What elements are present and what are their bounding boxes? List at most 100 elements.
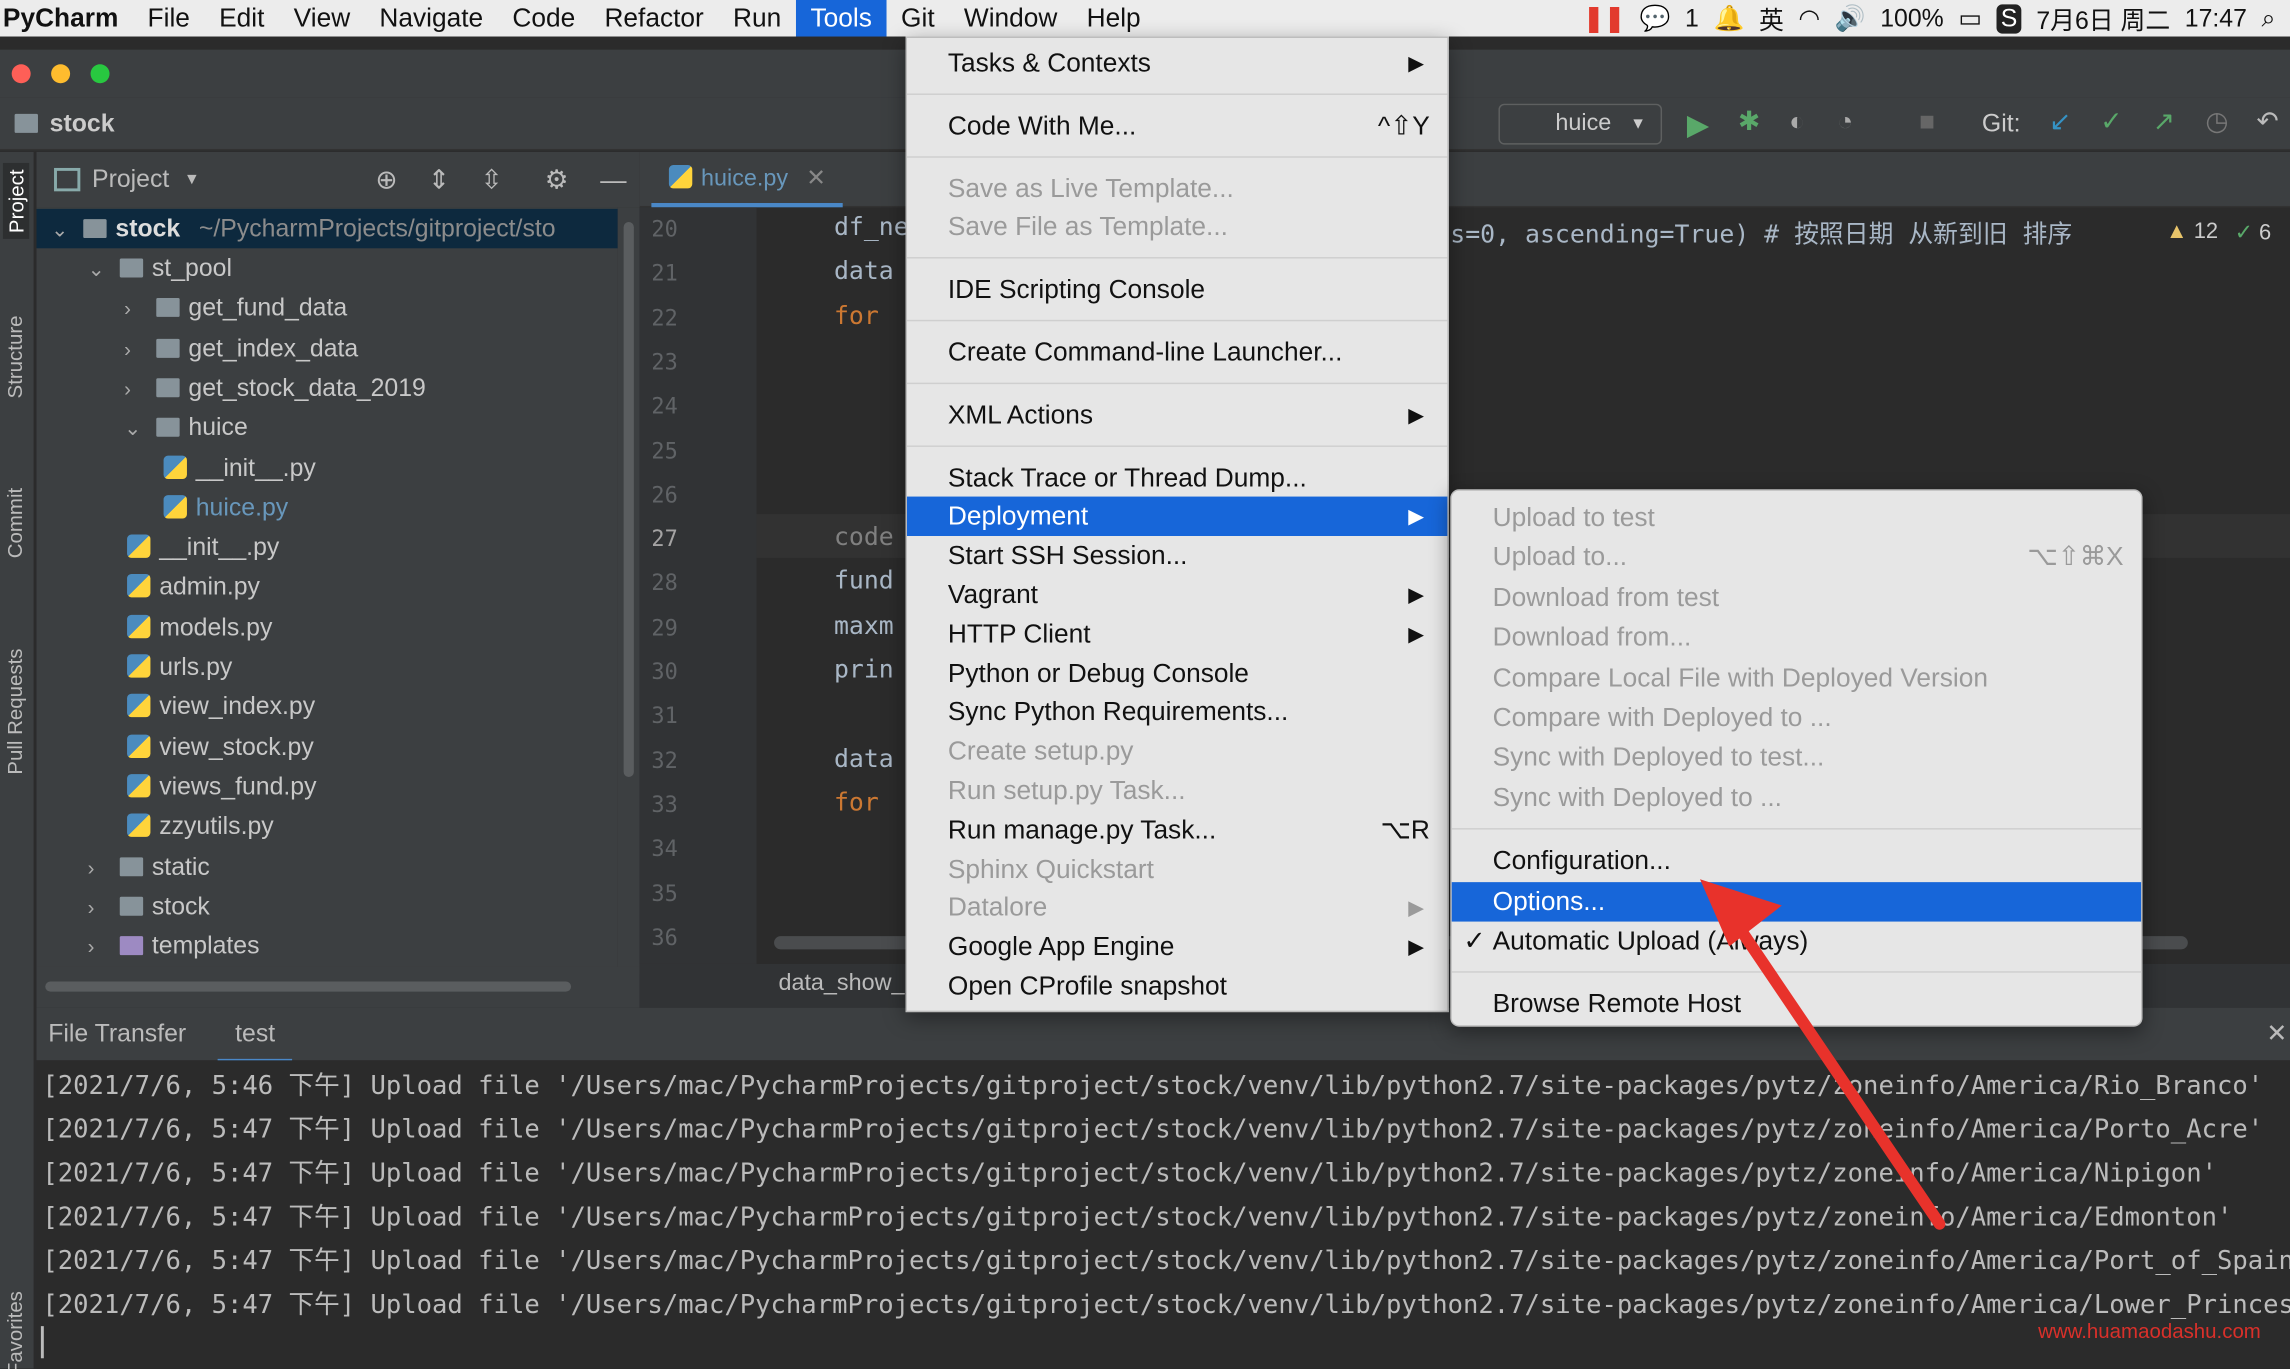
menu-item-stack-trace-or-thread-dump[interactable]: Stack Trace or Thread Dump... xyxy=(907,458,1447,497)
run-icon[interactable]: ▶ xyxy=(1687,107,1709,144)
tree-node[interactable]: admin.py xyxy=(37,567,618,606)
tree-node[interactable]: models.py xyxy=(37,607,618,646)
debug-icon[interactable]: ✱ xyxy=(1738,107,1760,138)
chevron-down-icon[interactable]: ⌄ xyxy=(124,409,144,448)
tree-node[interactable]: urls.py xyxy=(37,647,618,686)
minimize-window-button[interactable] xyxy=(51,64,71,84)
tree-node[interactable]: › stock xyxy=(37,886,618,925)
tree-node[interactable]: › get_stock_data_2019 xyxy=(37,368,618,407)
menu-item-sync-python-requirements[interactable]: Sync Python Requirements... xyxy=(907,693,1447,732)
menubar-item-view[interactable]: View xyxy=(279,0,365,37)
menu-item-tasks-contexts[interactable]: Tasks & Contexts ▶ xyxy=(907,44,1447,83)
tool-window-structure[interactable]: Structure xyxy=(3,315,26,398)
tree-node[interactable]: huice.py xyxy=(37,488,618,527)
tree-node[interactable]: › get_index_data xyxy=(37,328,618,367)
menu-item-vagrant[interactable]: Vagrant ▶ xyxy=(907,575,1447,614)
gear-icon[interactable]: ⚙ xyxy=(545,164,569,195)
menubar-item-edit[interactable]: Edit xyxy=(205,0,280,37)
menu-item-run-manage-py-task[interactable]: Run manage.py Task... ⌥R xyxy=(907,810,1447,849)
tool-window-favorites[interactable]: Favorites xyxy=(3,1291,26,1369)
menu-item-start-ssh-session[interactable]: Start SSH Session... xyxy=(907,536,1447,575)
menubar-item-code[interactable]: Code xyxy=(498,0,590,37)
tree-node[interactable]: › get_fund_data xyxy=(37,288,618,327)
hide-panel-icon[interactable]: — xyxy=(600,164,626,195)
tree-node[interactable]: view_index.py xyxy=(37,687,618,726)
expand-all-icon[interactable]: ⇕ xyxy=(428,164,450,195)
profile-icon[interactable]: ◔ xyxy=(1837,107,1853,138)
menubar-item-file[interactable]: File xyxy=(133,0,205,37)
menubar-item-git[interactable]: Git xyxy=(886,0,949,37)
tree-node[interactable]: ⌄ huice xyxy=(37,408,618,447)
tree-node[interactable]: ⌄ st_pool xyxy=(37,248,618,287)
ime-indicator[interactable]: 英 xyxy=(1759,0,1784,37)
tab-test[interactable]: test xyxy=(217,1019,293,1064)
tree-node[interactable]: › templates xyxy=(37,926,618,965)
bell-icon[interactable]: 🔔 xyxy=(1713,4,1744,33)
inspection-ok[interactable]: ✓ 6 xyxy=(2235,219,2272,246)
project-panel-title[interactable]: Project xyxy=(92,165,169,194)
menubar-item-help[interactable]: Help xyxy=(1072,0,1155,37)
chevron-down-icon[interactable]: ⌄ xyxy=(51,210,71,249)
chevron-down-icon[interactable]: ▼ xyxy=(184,171,200,189)
menubar-item-refactor[interactable]: Refactor xyxy=(590,0,719,37)
menu-item-code-with-me[interactable]: Code With Me... ^⇧Y xyxy=(907,106,1447,145)
wechat-icon[interactable]: 💬 xyxy=(1640,4,1671,33)
close-icon[interactable]: ✕ xyxy=(806,166,826,191)
run-config-select[interactable]: huice ▼ xyxy=(1498,103,1663,145)
app-s-icon[interactable]: S xyxy=(1996,3,2022,33)
tree-node[interactable]: view_stock.py xyxy=(37,727,618,766)
chevron-right-icon[interactable]: › xyxy=(124,369,144,408)
pause-icon[interactable]: ❚❚ xyxy=(1583,4,1625,33)
tab-file-transfer[interactable]: File Transfer xyxy=(48,1019,186,1048)
coverage-icon[interactable]: ◐ xyxy=(1789,107,1805,138)
tool-window-project[interactable]: Project xyxy=(2,163,30,239)
tree-node[interactable]: zzyutils.py xyxy=(37,806,618,845)
history-icon[interactable]: ◷ xyxy=(2205,107,2228,138)
chevron-right-icon[interactable]: › xyxy=(88,888,108,927)
chevron-right-icon[interactable]: › xyxy=(124,290,144,329)
git-update-icon[interactable]: ↙ xyxy=(2049,107,2071,138)
menubar-item-tools[interactable]: Tools xyxy=(795,0,887,37)
stop-icon[interactable]: ■ xyxy=(1919,107,1935,138)
search-icon[interactable]: ⌕ xyxy=(2262,4,2276,33)
menu-item-python-or-debug-console[interactable]: Python or Debug Console xyxy=(907,654,1447,693)
menubar-item-navigate[interactable]: Navigate xyxy=(365,0,498,37)
chevron-down-icon[interactable]: ⌄ xyxy=(88,250,108,289)
chevron-right-icon[interactable]: › xyxy=(88,848,108,887)
close-window-button[interactable] xyxy=(11,64,31,84)
tree-root[interactable]: ⌄ stock ~/PycharmProjects/gitproject/sto xyxy=(36,208,618,249)
editor-tab-huice[interactable]: huice.py ✕ xyxy=(651,152,844,208)
tool-window-commit[interactable]: Commit xyxy=(3,488,26,558)
git-push-icon[interactable]: ↗ xyxy=(2153,107,2175,138)
menu-item-open-cprofile-snapshot[interactable]: Open CProfile snapshot xyxy=(907,967,1447,1006)
menubar-app[interactable]: PyCharm xyxy=(0,0,133,37)
tree-h-scroll[interactable] xyxy=(36,966,640,1008)
collapse-all-icon[interactable]: ⇳ xyxy=(481,164,503,195)
menu-item-http-client[interactable]: HTTP Client ▶ xyxy=(907,615,1447,654)
tree-node[interactable]: __init__.py xyxy=(37,448,618,487)
inspection-warnings[interactable]: ▲ 12 xyxy=(2166,219,2218,244)
rollback-icon[interactable]: ↶ xyxy=(2256,107,2278,138)
tree-node[interactable]: __init__.py xyxy=(37,527,618,566)
menubar-item-run[interactable]: Run xyxy=(718,0,795,37)
menu-item-google-app-engine[interactable]: Google App Engine ▶ xyxy=(907,928,1447,967)
tool-window-pull-requests[interactable]: Pull Requests xyxy=(3,648,26,774)
chevron-right-icon[interactable]: › xyxy=(124,329,144,368)
zoom-window-button[interactable] xyxy=(90,64,110,84)
nav-project-name[interactable]: stock xyxy=(50,110,115,139)
wifi-icon[interactable]: ◠ xyxy=(1798,4,1820,33)
menu-item-deployment[interactable]: Deployment ▶ xyxy=(906,497,1448,537)
menu-item-create-command-line-launcher[interactable]: Create Command-line Launcher... xyxy=(907,333,1447,372)
menu-item-ide-scripting-console[interactable]: IDE Scripting Console xyxy=(907,270,1447,309)
menubar-item-window[interactable]: Window xyxy=(949,0,1072,37)
menu-item-xml-actions[interactable]: XML Actions ▶ xyxy=(907,395,1447,434)
chevron-right-icon[interactable]: › xyxy=(88,928,108,967)
locate-icon[interactable]: ⊕ xyxy=(375,164,397,195)
volume-icon[interactable]: 🔊 xyxy=(1835,4,1866,33)
git-commit-icon[interactable]: ✓ xyxy=(2100,107,2122,138)
editor-breadcrumb[interactable]: data_show_ xyxy=(778,971,904,997)
close-icon[interactable]: ✕ xyxy=(2266,1019,2287,1048)
tree-node[interactable]: views_fund.py xyxy=(37,767,618,806)
tree-scrollbar[interactable] xyxy=(617,207,640,975)
tree-node[interactable]: › static xyxy=(37,846,618,885)
